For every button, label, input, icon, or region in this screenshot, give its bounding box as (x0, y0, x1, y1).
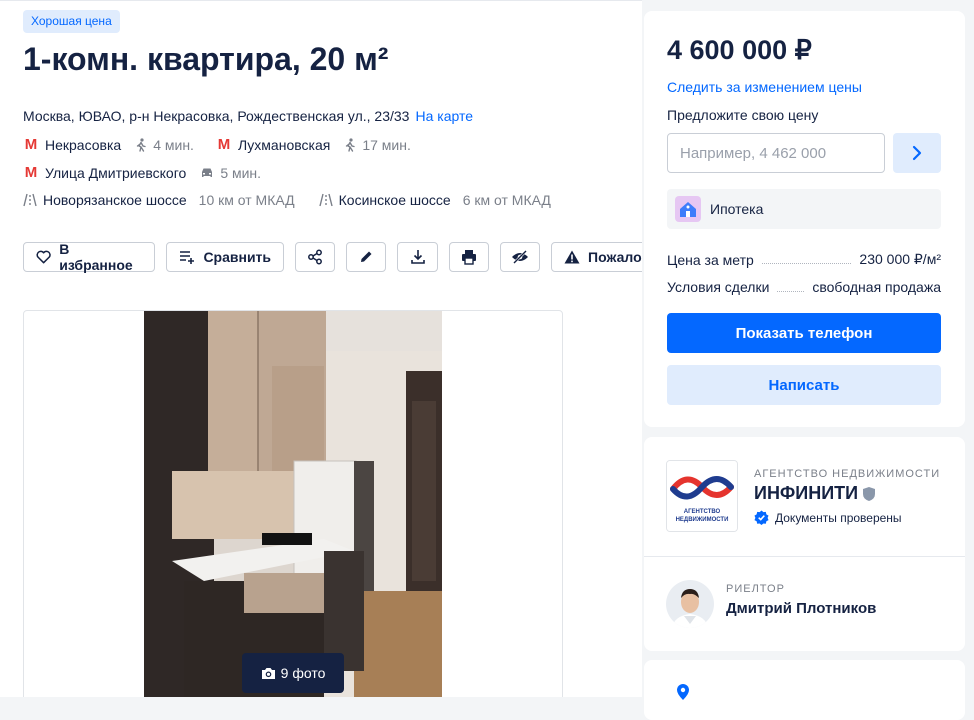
map-link[interactable]: На карте (415, 108, 473, 124)
camera-icon (261, 667, 275, 679)
print-button[interactable] (448, 242, 489, 272)
metro-row-2: M Улица Дмитриевского 5 мин. (23, 164, 283, 181)
hide-button[interactable] (499, 242, 541, 272)
listing-title: 1-комн. квартира, 20 м² (23, 41, 389, 77)
warning-icon (564, 250, 580, 264)
share-icon (308, 249, 323, 265)
write-message-button[interactable]: Написать (667, 365, 941, 405)
mortgage-icon (675, 196, 701, 222)
agency-name[interactable]: ИНФИНИТИ (754, 483, 876, 504)
metro-name: Лухмановская (237, 136, 331, 153)
listing-main: Хорошая цена 1-комн. квартира, 20 м² Мос… (0, 0, 642, 697)
highway: Новорязанское шоссе 10 км от МКАД (23, 192, 295, 208)
address: Москва, ЮВАО, р-н Некрасовка, Рождествен… (23, 108, 473, 124)
documents-verified: Документы проверены (754, 510, 902, 525)
action-toolbar: В избранное Сравнить Пожаловаться (23, 241, 642, 273)
photo-count-button[interactable]: 9 фото (242, 653, 344, 693)
price: 4 600 000 ₽ (667, 35, 812, 65)
metro-station[interactable]: M Некрасовка 4 мин. (23, 136, 194, 153)
location-pin-icon (677, 684, 689, 700)
share-button[interactable] (295, 242, 336, 272)
photo-gallery[interactable]: 9 фото (23, 310, 563, 697)
metro-icon: M (217, 136, 231, 153)
heart-icon (36, 250, 51, 264)
agency-type: АГЕНТСТВО НЕДВИЖИМОСТИ (754, 468, 941, 480)
walk-icon (346, 137, 356, 152)
show-phone-button[interactable]: Показать телефон (667, 313, 941, 353)
highway-distance: 10 км от МКАД (198, 192, 295, 208)
offer-submit-button[interactable] (893, 133, 941, 173)
pencil-icon (361, 251, 372, 262)
drive-time: 5 мин. (200, 165, 261, 181)
chevron-right-icon (912, 145, 922, 161)
metro-icon: M (24, 136, 38, 153)
metro-station[interactable]: M Улица Дмитриевского 5 мин. (23, 164, 261, 181)
deal-terms: Условия сделки свободная продажа (667, 279, 941, 295)
good-price-badge: Хорошая цена (23, 10, 120, 33)
metro-station[interactable]: M Лухмановская 17 мин. (216, 136, 411, 153)
realtor-avatar[interactable] (666, 580, 714, 628)
agency-card: АГЕНТСТВО НЕДВИЖИМОСТИ АГЕНТСТВО НЕДВИЖИ… (644, 437, 965, 651)
agency-logo-caption: АГЕНТСТВО НЕДВИЖИМОСТИ (675, 509, 729, 523)
metro-name: Улица Дмитриевского (45, 164, 187, 181)
shield-icon (863, 486, 876, 501)
mortgage-row[interactable]: Ипотека (667, 189, 941, 229)
highway-distance: 6 км от МКАД (462, 192, 551, 208)
metro-icon: M (24, 164, 38, 181)
agency-logo[interactable]: АГЕНТСТВО НЕДВИЖИМОСТИ (666, 460, 738, 532)
download-icon (410, 250, 425, 264)
highways-row: Новорязанское шоссе 10 км от МКАД Косинс… (23, 192, 575, 208)
metro-name: Некрасовка (45, 136, 122, 153)
highway: Косинское шоссе 6 км от МКАД (318, 192, 551, 208)
metro-row-1: M Некрасовка 4 мин. M Лухмановская 17 ми… (23, 136, 433, 153)
realtor-role: РИЕЛТОР (726, 583, 785, 595)
offer-price-input[interactable] (667, 133, 885, 173)
offer-label: Предложите свою цену (667, 107, 819, 123)
location-card (644, 660, 965, 720)
walk-icon (137, 137, 146, 152)
eye-off-icon (511, 250, 528, 264)
watch-price-link[interactable]: Следить за изменением цены (667, 79, 862, 95)
download-button[interactable] (397, 242, 438, 272)
verified-badge-icon (754, 510, 769, 525)
road-icon (23, 193, 37, 207)
walk-time: 4 мин. (135, 137, 194, 153)
road-icon (318, 193, 333, 207)
address-text: Москва, ЮВАО, р-н Некрасовка, Рождествен… (23, 108, 410, 124)
compare-icon (180, 251, 195, 264)
report-button[interactable]: Пожаловаться (551, 242, 642, 272)
favorite-button[interactable]: В избранное (23, 241, 156, 273)
realtor-name[interactable]: Дмитрий Плотников (726, 600, 876, 617)
price-per-meter: Цена за метр 230 000 ₽/м² (667, 251, 941, 268)
highway-name: Новорязанское шоссе (43, 192, 187, 208)
leader-dots (777, 290, 805, 292)
apartment-photo[interactable] (144, 311, 442, 697)
printer-icon (461, 250, 476, 265)
compare-button[interactable]: Сравнить (166, 242, 285, 272)
leader-dots (761, 263, 852, 264)
walk-time: 17 мин. (344, 137, 411, 153)
highway-name: Косинское шоссе (338, 192, 451, 208)
edit-button[interactable] (346, 242, 387, 272)
price-card: 4 600 000 ₽ Следить за изменением цены П… (644, 11, 965, 427)
car-icon (202, 168, 213, 177)
divider (644, 556, 965, 557)
